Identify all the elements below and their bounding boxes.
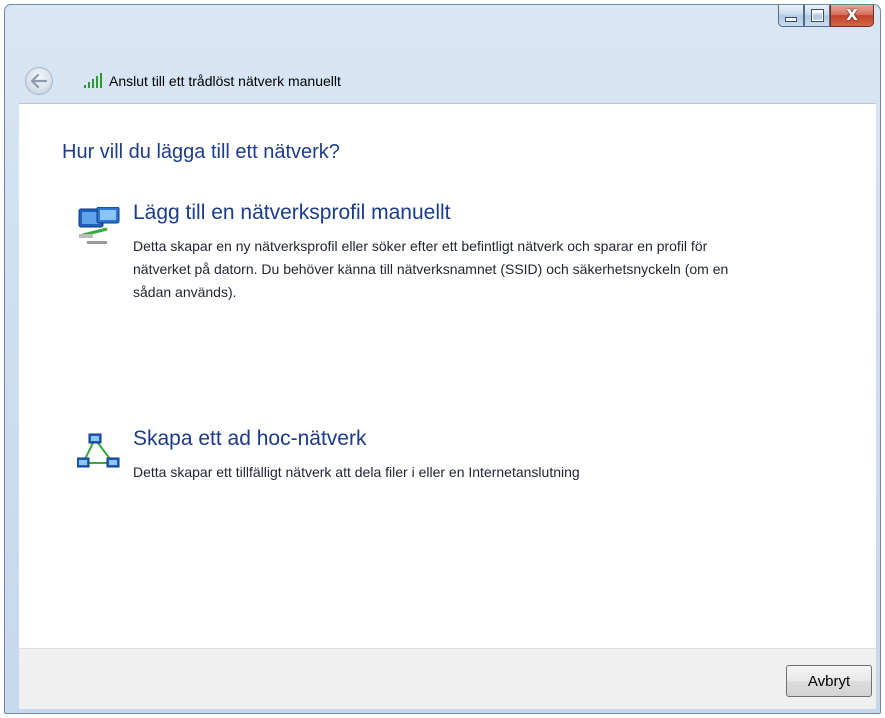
option-title[interactable]: Lägg till en nätverksprofil manuellt	[133, 201, 451, 225]
network-profile-icon	[78, 207, 120, 244]
window-title-text: Anslut till ett trådlöst nätverk manuell…	[109, 73, 341, 89]
cancel-button[interactable]: Avbryt	[786, 665, 872, 697]
back-button[interactable]	[25, 67, 53, 95]
maximize-icon	[810, 9, 824, 22]
content-area: Hur vill du lägga till ett nätverk? Lägg…	[19, 103, 876, 649]
back-arrow-icon	[31, 74, 47, 88]
close-icon: X	[846, 6, 858, 24]
maximize-button[interactable]	[804, 5, 830, 27]
wireless-signal-icon	[84, 73, 102, 88]
navigation-bar: Anslut till ett trådlöst nätverk manuell…	[5, 63, 880, 103]
minimize-icon	[785, 17, 797, 22]
footer-bar: Avbryt	[19, 648, 876, 709]
caption-buttons: X	[778, 5, 874, 29]
option-description: Detta skapar en ny nätverksprofil eller …	[133, 238, 729, 300]
option-title[interactable]: Skapa ett ad hoc-nätverk	[133, 427, 366, 451]
dialog-window: X Anslut till ett trådlöst nätverk manue…	[4, 4, 881, 714]
close-button[interactable]: X	[830, 5, 874, 27]
minimize-button[interactable]	[778, 5, 804, 27]
option-description: Detta skapar ett tillfälligt nätverk att…	[133, 464, 580, 480]
page-heading: Hur vill du lägga till ett nätverk?	[62, 141, 340, 163]
window-title: Anslut till ett trådlöst nätverk manuell…	[83, 73, 341, 89]
ad-hoc-network-icon	[77, 433, 120, 468]
